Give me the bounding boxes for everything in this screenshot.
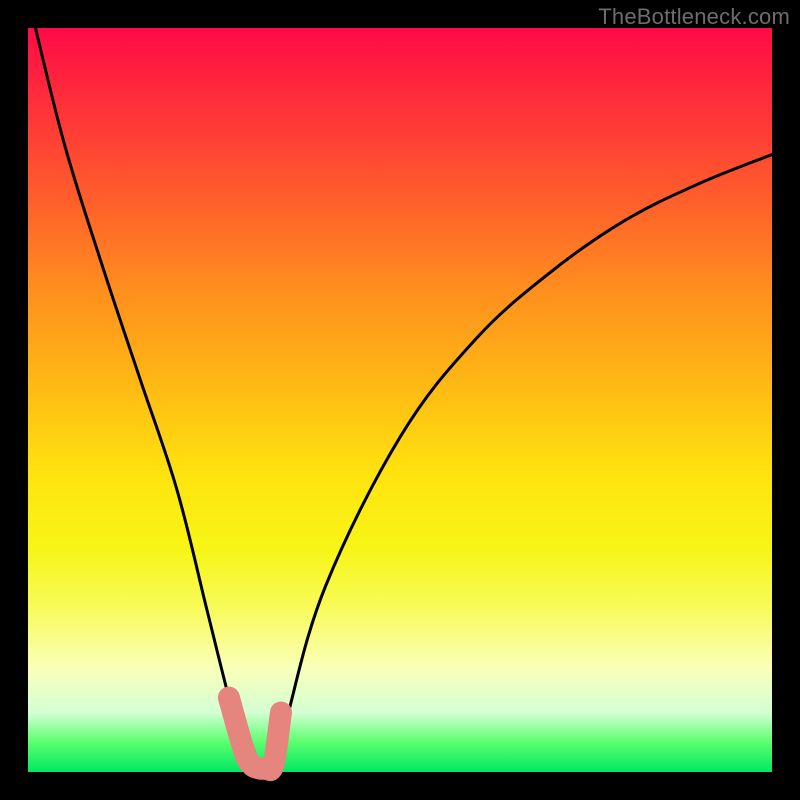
plot-area (28, 28, 772, 772)
chart-frame: TheBottleneck.com (0, 0, 800, 800)
highlight-band (229, 698, 281, 770)
bottleneck-curve (35, 28, 772, 769)
chart-svg (28, 28, 772, 772)
watermark-text: TheBottleneck.com (598, 4, 790, 30)
